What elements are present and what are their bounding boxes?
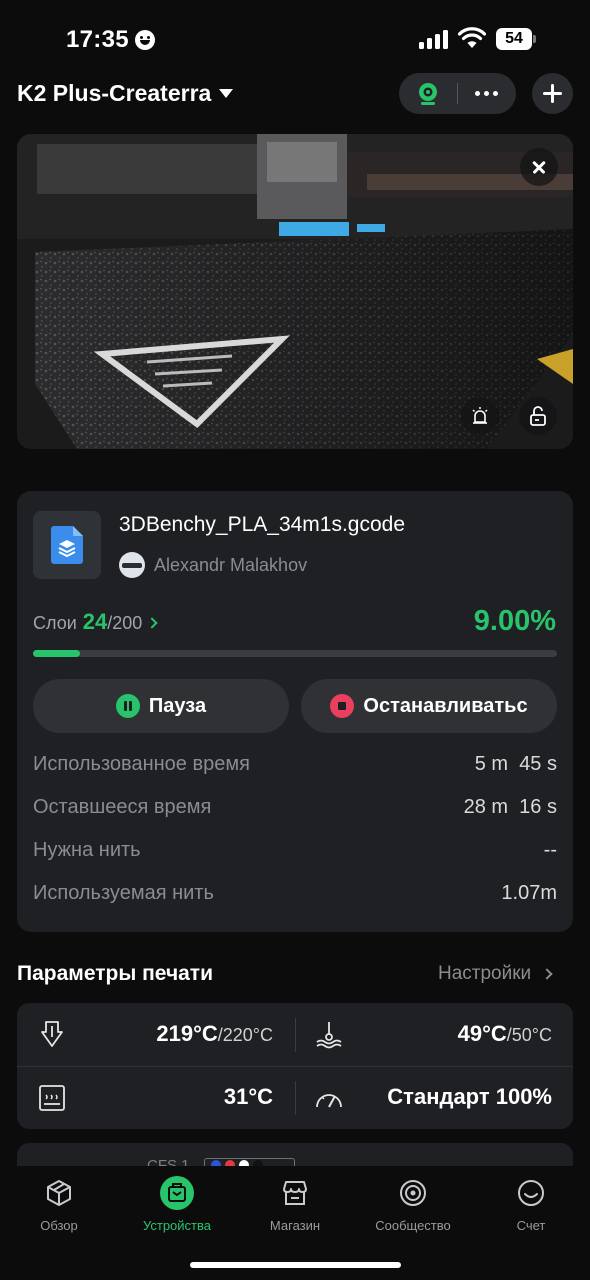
pause-label: Пауза: [148, 694, 207, 717]
stat-label: Используемая нить: [33, 882, 214, 904]
print-job-card: 3DBenchy_PLA_34m1s.gcode Alexandr Malakh…: [17, 491, 573, 932]
stop-button[interactable]: Останавливатьс: [301, 679, 557, 733]
settings-link-label: Настройки: [438, 963, 532, 984]
progress-fill: [33, 650, 81, 657]
printer-icon: [160, 1176, 194, 1210]
pause-icon: [115, 694, 140, 718]
layer-current: 24: [82, 609, 108, 634]
stat-value: 28 m 16 s: [463, 796, 557, 818]
progress-bar: [33, 650, 557, 657]
speed-gauge-icon: [314, 1083, 344, 1113]
caret-down-icon: [219, 89, 234, 98]
tab-store[interactable]: Магазин: [240, 1176, 350, 1233]
chevron-right-icon: [541, 968, 553, 980]
tab-devices[interactable]: Устройства: [122, 1176, 232, 1233]
wifi-icon: [457, 27, 487, 49]
status-time: 17:35: [66, 26, 129, 53]
tab-label: Устройства: [142, 1218, 211, 1233]
close-camera-button[interactable]: [520, 148, 558, 186]
stop-label: Останавливатьс: [363, 694, 528, 717]
camera-feed[interactable]: [17, 134, 573, 449]
account-icon: [514, 1176, 548, 1210]
bed-temp-value: 49°C: [457, 1021, 507, 1046]
stat-row-filament-used: Используемая нить 1.07m: [33, 882, 557, 905]
device-selector[interactable]: K2 Plus-Createrra: [17, 80, 234, 107]
device-name: K2 Plus-Createrra: [17, 80, 212, 106]
cellular-signal-icon: [419, 29, 451, 49]
tab-account[interactable]: Счет: [476, 1176, 586, 1233]
battery-icon: 54: [496, 28, 536, 50]
gcode-file-icon: [33, 511, 101, 579]
print-params-card: 219°C/220°C 49°C/50°C 31°C Стандарт 100%: [17, 1003, 573, 1129]
layers-label: Слои: [33, 613, 77, 633]
chamber-temp-icon: [37, 1083, 67, 1113]
stat-value: --: [543, 839, 557, 861]
add-device-button[interactable]: [532, 73, 573, 114]
tab-overview[interactable]: Обзор: [4, 1176, 114, 1233]
layer-total: /200: [107, 613, 143, 633]
print-speed[interactable]: Стандарт 100%: [387, 1084, 552, 1110]
bed-temp-target: /50°C: [506, 1025, 552, 1045]
stat-value: 5 m 45 s: [474, 753, 557, 775]
tab-label: Магазин: [269, 1218, 321, 1233]
chamber-temperature[interactable]: 31°C: [224, 1084, 273, 1110]
chevron-right-icon: [146, 617, 158, 629]
owner-name: Alexandr Malakhov: [154, 554, 308, 575]
owner-info: Alexandr Malakhov: [119, 552, 307, 578]
settings-link[interactable]: Настройки: [438, 963, 553, 985]
stop-icon: [330, 694, 355, 718]
bed-temp-icon: [314, 1019, 344, 1049]
store-icon: [278, 1176, 312, 1210]
stat-row-remaining: Оставшееся время 28 m 16 s: [33, 796, 557, 819]
layers-indicator[interactable]: Слои 24 /200: [33, 609, 158, 635]
cube-icon: [42, 1176, 76, 1210]
nozzle-temp-value: 219°C: [156, 1021, 218, 1046]
unlock-icon[interactable]: [519, 397, 557, 435]
nozzle-temp-target: /220°C: [217, 1025, 273, 1045]
nozzle-temperature[interactable]: 219°C/220°C: [156, 1021, 273, 1047]
nozzle-temp-icon: [37, 1019, 67, 1049]
bed-temperature[interactable]: 49°C/50°C: [458, 1021, 552, 1047]
file-name: 3DBenchy_PLA_34m1s.gcode: [119, 513, 406, 536]
printer-light-icon[interactable]: [461, 397, 499, 435]
print-params-title: Параметры печати: [17, 962, 214, 985]
stat-value: 1.07m: [501, 882, 557, 904]
tab-community[interactable]: Сообщество: [358, 1176, 468, 1233]
focus-smiley-icon: [135, 30, 155, 50]
stat-row-filament-needed: Нужна нить --: [33, 839, 557, 862]
stat-label: Использованное время: [33, 753, 250, 775]
tab-label: Счет: [516, 1218, 546, 1233]
more-options-icon[interactable]: [475, 91, 498, 96]
home-indicator: [190, 1262, 401, 1268]
progress-percent: 9.00%: [473, 605, 556, 637]
camera-toggle-icon[interactable]: [417, 82, 439, 106]
community-icon: [396, 1176, 430, 1210]
avatar: [119, 552, 145, 578]
tab-label: Обзор: [40, 1218, 78, 1233]
tab-label: Сообщество: [375, 1218, 451, 1233]
stat-row-elapsed: Использованное время 5 m 45 s: [33, 753, 557, 776]
stat-label: Оставшееся время: [33, 796, 212, 818]
stat-label: Нужна нить: [33, 839, 141, 861]
battery-level: 54: [496, 28, 532, 50]
header-actions: [399, 73, 516, 114]
pause-button[interactable]: Пауза: [33, 679, 289, 733]
